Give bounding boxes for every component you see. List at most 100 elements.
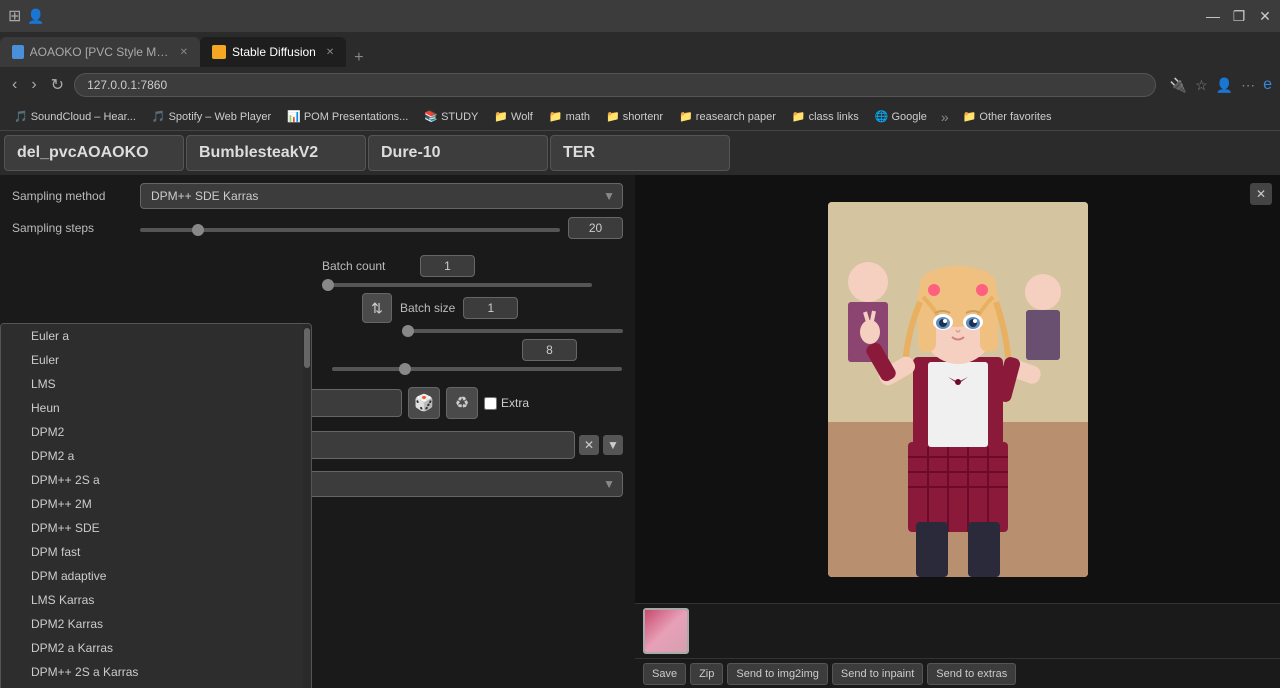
bookmark-math[interactable]: 📁 math: [543, 108, 596, 125]
bookmark-google[interactable]: 🌐 Google: [869, 108, 933, 125]
thumbnail-1[interactable]: [643, 608, 689, 654]
method-dpm2-karras-label: DPM2 Karras: [31, 617, 103, 631]
research-icon: 📁: [679, 110, 693, 123]
steps-number-input[interactable]: 20: [568, 217, 623, 239]
edge-icon[interactable]: e: [1263, 76, 1272, 94]
extra-checkbox[interactable]: [484, 397, 497, 410]
bookmark-spotify[interactable]: 🎵 Spotify – Web Player: [146, 108, 277, 125]
bookmark-study-label: STUDY: [441, 111, 478, 123]
method-heun[interactable]: Heun: [1, 396, 311, 420]
negative-clear-button[interactable]: ✕: [579, 435, 599, 455]
forward-button[interactable]: ›: [27, 74, 40, 96]
batch-count-label: Batch count: [322, 259, 412, 273]
bookmark-wolf[interactable]: 📁 Wolf: [488, 108, 539, 125]
bookmarks-bar: 🎵 SoundCloud – Hear... 🎵 Spotify – Web P…: [0, 103, 1280, 131]
method-lms[interactable]: LMS: [1, 372, 311, 396]
recycle-icon: ♻: [455, 393, 469, 413]
new-tab-button[interactable]: +: [346, 49, 371, 67]
method-dpm2-a-karras[interactable]: DPM2 a Karras: [1, 636, 311, 660]
model-card-del-name: del_pvcAOAOKO: [17, 144, 171, 162]
model-card-ter[interactable]: TER: [550, 135, 730, 171]
send-extras-button[interactable]: Send to extras: [927, 663, 1016, 685]
send-img2img-button[interactable]: Send to img2img: [727, 663, 828, 685]
refresh-button[interactable]: ↻: [47, 73, 68, 97]
cfg-input[interactable]: 8: [522, 339, 577, 361]
model-card-dure[interactable]: Dure-10: [368, 135, 548, 171]
save-button[interactable]: Save: [643, 663, 686, 685]
batch-count-slider[interactable]: [322, 283, 592, 287]
method-euler[interactable]: Euler: [1, 348, 311, 372]
bookmark-icon[interactable]: ☆: [1195, 77, 1208, 94]
tab-close-aoaoko[interactable]: ✕: [180, 47, 188, 58]
extensions-icon[interactable]: 🔌: [1170, 77, 1187, 94]
sampling-method-label: Sampling method: [12, 189, 132, 203]
bookmark-shortenr[interactable]: 📁 shortenr: [600, 108, 669, 125]
method-dpm2-a[interactable]: DPM2 a: [1, 444, 311, 468]
bookmark-google-label: Google: [891, 111, 926, 123]
model-card-del[interactable]: del_pvcAOAOKO: [4, 135, 184, 171]
minimize-button[interactable]: —: [1206, 9, 1220, 23]
close-image-button[interactable]: ✕: [1250, 183, 1272, 205]
batch-count-slider-row: [12, 283, 623, 287]
extra-checkbox-label[interactable]: Extra: [484, 396, 529, 410]
sampling-method-dropdown-menu[interactable]: Euler a Euler LMS Heun: [0, 323, 312, 688]
back-button[interactable]: ‹: [8, 74, 21, 96]
method-euler-a[interactable]: Euler a: [1, 324, 311, 348]
method-dpm2-label: DPM2: [31, 425, 64, 439]
cfg-slider[interactable]: [332, 367, 622, 371]
wolf-icon: 📁: [494, 110, 508, 123]
other-icon: 📁: [963, 110, 977, 123]
tab-label-sd: Stable Diffusion: [232, 45, 316, 59]
dice-button[interactable]: 🎲: [408, 387, 440, 419]
method-dpm2[interactable]: DPM2: [1, 420, 311, 444]
method-dpm-fast[interactable]: DPM fast: [1, 540, 311, 564]
right-panel: ✕: [635, 175, 1280, 688]
address-input[interactable]: [74, 73, 1156, 97]
menu-icon[interactable]: ⋯: [1241, 77, 1255, 94]
bookmark-pom[interactable]: 📊 POM Presentations...: [281, 108, 414, 125]
browser-grid-icon: ⊞: [8, 6, 21, 26]
thumb-inner-1: [645, 610, 687, 652]
bookmark-research[interactable]: 📁 reasearch paper: [673, 108, 782, 125]
method-dpmpp-2s-a-karras[interactable]: DPM++ 2S a Karras: [1, 660, 311, 684]
bookmark-class-label: class links: [809, 111, 859, 123]
tab-stable-diffusion[interactable]: Stable Diffusion ✕: [200, 37, 346, 67]
bookmark-soundcloud[interactable]: 🎵 SoundCloud – Hear...: [8, 108, 142, 125]
method-lms-karras[interactable]: LMS Karras: [1, 588, 311, 612]
send-inpaint-button[interactable]: Send to inpaint: [832, 663, 923, 685]
recycle-button[interactable]: ♻: [446, 387, 478, 419]
swap-button[interactable]: ⇅: [362, 293, 392, 323]
tab-close-sd[interactable]: ✕: [326, 47, 334, 58]
method-dpmpp-sde[interactable]: DPM++ SDE: [1, 516, 311, 540]
zip-button[interactable]: Zip: [690, 663, 723, 685]
close-button[interactable]: ✕: [1258, 9, 1272, 23]
negative-dropdown-button[interactable]: ▼: [603, 435, 623, 455]
model-card-dure-name: Dure-10: [381, 144, 535, 162]
bookmark-other[interactable]: 📁 Other favorites: [957, 108, 1058, 125]
window-controls[interactable]: — ❐ ✕: [1206, 9, 1272, 23]
method-euler-label: Euler: [31, 353, 59, 367]
method-dpmpp-2s-a[interactable]: DPM++ 2S a: [1, 468, 311, 492]
model-card-bumble[interactable]: BumblesteakV2: [186, 135, 366, 171]
bookmark-class[interactable]: 📁 class links: [786, 108, 865, 125]
sampling-method-dropdown-wrapper: DPM++ SDE Karras ▼: [140, 183, 623, 209]
sampling-method-select[interactable]: DPM++ SDE Karras: [140, 183, 623, 209]
batch-size-input[interactable]: 1: [463, 297, 518, 319]
title-bar: ⊞ 👤 — ❐ ✕: [0, 0, 1280, 32]
batch-size-slider[interactable]: [402, 329, 623, 333]
method-dpm2-a-karras-label: DPM2 a Karras: [31, 641, 113, 655]
method-dpm-adaptive[interactable]: DPM adaptive: [1, 564, 311, 588]
method-dpmpp-2m[interactable]: DPM++ 2M: [1, 492, 311, 516]
steps-slider[interactable]: [140, 228, 560, 232]
bookmarks-more-button[interactable]: »: [937, 107, 953, 127]
profile-icon[interactable]: 👤: [1216, 77, 1233, 94]
dropdown-scrollbar[interactable]: [303, 324, 311, 688]
maximize-button[interactable]: ❐: [1232, 9, 1246, 23]
tab-aoaoko[interactable]: AOAOKO [PVC Style Model] - PV... ✕: [0, 37, 200, 67]
bookmark-study[interactable]: 📚 STUDY: [418, 108, 484, 125]
method-dpmpp-2s-a-label: DPM++ 2S a: [31, 473, 100, 487]
method-dpmpp-2m-karras[interactable]: DPM++ 2M Karras: [1, 684, 311, 688]
batch-count-input[interactable]: 1: [420, 255, 475, 277]
method-dpm2-karras[interactable]: DPM2 Karras: [1, 612, 311, 636]
tab-label-aoaoko: AOAOKO [PVC Style Model] - PV...: [30, 45, 170, 59]
